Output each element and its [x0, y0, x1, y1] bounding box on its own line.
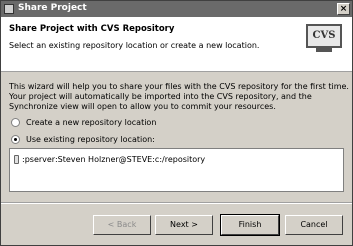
title-bar: Share Project × [1, 1, 352, 17]
wizard-banner: Share Project with CVS Repository Select… [1, 17, 352, 72]
cvs-logo-text: CVS [306, 24, 342, 48]
create-new-label: Create a new repository location [26, 118, 157, 127]
next-button[interactable]: Next > [155, 215, 213, 235]
repository-list[interactable]: :pserver:Steven Holzner@STEVE:c:/reposit… [9, 148, 344, 192]
window-title: Share Project [18, 3, 87, 13]
create-new-option[interactable]: Create a new repository location [11, 118, 156, 127]
repository-label: :pserver:Steven Holzner@STEVE:c:/reposit… [22, 155, 206, 164]
cvs-logo-stand [316, 48, 332, 52]
use-existing-label: Use existing repository location: [26, 135, 155, 144]
share-project-dialog: Share Project × Share Project with CVS R… [0, 0, 353, 246]
cancel-button[interactable]: Cancel [285, 215, 343, 235]
cvs-logo-icon: CVS [306, 24, 342, 54]
button-separator [1, 202, 352, 204]
finish-button[interactable]: Finish [220, 214, 280, 236]
use-existing-option[interactable]: Use existing repository location: [11, 135, 155, 144]
page-subtitle: Select an existing repository location o… [9, 41, 260, 50]
use-existing-radio[interactable] [11, 135, 20, 144]
create-new-radio[interactable] [11, 118, 20, 127]
close-button[interactable]: × [337, 3, 350, 15]
window-icon [4, 4, 14, 14]
back-button[interactable]: < Back [93, 215, 151, 235]
list-item[interactable]: :pserver:Steven Holzner@STEVE:c:/reposit… [14, 155, 205, 164]
wizard-description: This wizard will help you to share your … [9, 82, 349, 111]
repository-icon [14, 155, 19, 164]
page-title: Share Project with CVS Repository [9, 24, 175, 34]
